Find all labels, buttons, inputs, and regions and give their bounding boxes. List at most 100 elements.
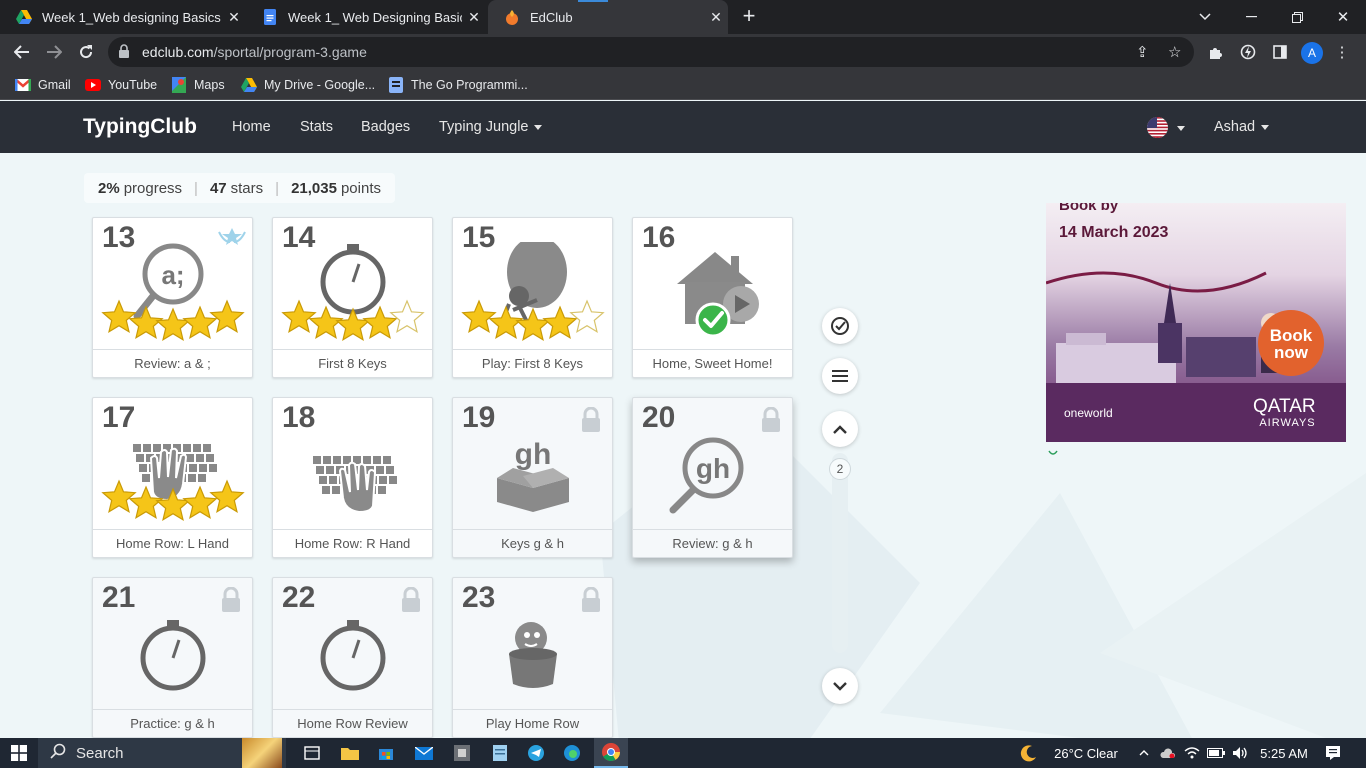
restore-button[interactable] [1274, 0, 1320, 34]
extensions-puzzle-icon[interactable] [1206, 42, 1226, 62]
back-arrow-icon[interactable] [10, 40, 34, 64]
taskbar-search[interactable]: Search [38, 738, 286, 768]
windows-start-icon[interactable] [0, 738, 38, 768]
lesson-card-15[interactable]: 15 Play: First 8 Keys [452, 217, 613, 378]
reload-icon[interactable] [74, 40, 98, 64]
tray-chevron-icon[interactable] [1134, 738, 1154, 768]
browser-tab-docs[interactable]: Week 1_ Web Designing Basics.docx ✕ [246, 0, 486, 34]
keyboard-key [313, 456, 321, 464]
lesson-label: Review: g & h [633, 529, 792, 557]
notepad-icon[interactable] [488, 738, 512, 768]
battery-icon[interactable] [1206, 738, 1226, 768]
balloon-game-icon [461, 242, 605, 342]
stopwatch-icon [140, 620, 206, 691]
lesson-card-17[interactable]: 17 Home Row: L Hand [92, 397, 253, 558]
store-icon[interactable] [374, 738, 398, 768]
close-tab-icon[interactable]: ✕ [704, 9, 728, 26]
bookmark-maps[interactable]: Maps [171, 76, 225, 94]
stopwatch-icon [281, 244, 425, 342]
bookmark-label: My Drive - Google... [264, 78, 376, 92]
lesson-card-22[interactable]: 22 Home Row Review [272, 577, 433, 738]
browser-tab-drive[interactable]: Week 1_Web designing Basics - Google Dri… [0, 0, 246, 34]
lesson-card-20[interactable]: 20 gh Review: g & h [632, 397, 793, 558]
weather-text[interactable]: 26°C Clear [1048, 738, 1124, 768]
star-filled-icon [128, 305, 164, 340]
advertisement-banner[interactable]: Book by 14 March 2023 Book now oneworld Q… [1046, 203, 1346, 442]
share-icon[interactable]: ⇪ [1136, 43, 1149, 61]
telegram-icon[interactable] [524, 738, 548, 768]
close-tab-icon[interactable]: ✕ [222, 9, 246, 26]
adchoices-icon[interactable] [1048, 444, 1058, 462]
nav-stats[interactable]: Stats [300, 119, 333, 135]
keyboard-key [389, 476, 397, 484]
close-tab-icon[interactable]: ✕ [462, 9, 486, 26]
edge-icon[interactable] [560, 738, 584, 768]
bookmark-go[interactable]: The Go Programmi... [388, 76, 528, 94]
lesson-card-13[interactable]: 13 a; Review: a & ; [92, 217, 253, 378]
scroll-down-chevron-icon[interactable] [822, 668, 858, 704]
volume-icon[interactable] [1230, 738, 1250, 768]
star-filled-icon [101, 299, 137, 334]
address-bar[interactable]: edclub.com/sportal/program-3.game ⇪ ☆ [108, 37, 1194, 67]
bookmark-gmail[interactable]: Gmail [15, 76, 71, 94]
bookmark-label: The Go Programmi... [411, 78, 528, 92]
user-menu[interactable]: Ashad [1214, 119, 1270, 135]
bookmark-youtube[interactable]: YouTube [85, 76, 157, 94]
us-flag-icon[interactable] [1147, 117, 1168, 138]
extension-icon[interactable] [1238, 42, 1258, 62]
wifi-icon[interactable] [1182, 738, 1202, 768]
more-menu-icon[interactable]: ⋮ [1332, 42, 1352, 62]
clock[interactable]: 5:25 AM [1258, 738, 1310, 768]
star-filled-icon [155, 307, 191, 342]
file-explorer-icon[interactable] [338, 738, 362, 768]
bookmark-drive[interactable]: My Drive - Google... [241, 76, 375, 94]
keyboard-key [186, 454, 194, 462]
keyboard-key [329, 476, 337, 484]
star-empty-icon [389, 299, 425, 334]
language-caret-icon[interactable] [1177, 126, 1185, 131]
tab-search-chevron-icon[interactable] [1182, 0, 1228, 34]
check-circle-icon[interactable] [822, 308, 858, 344]
weather-moon-icon[interactable] [1016, 738, 1042, 768]
profile-avatar[interactable]: A [1301, 42, 1323, 64]
mail-icon[interactable] [412, 738, 436, 768]
star-filled-icon [182, 485, 218, 520]
lesson-card-23[interactable]: 23 Play Home Row [452, 577, 613, 738]
lesson-card-14[interactable]: 14 First 8 Keys [272, 217, 433, 378]
browser-tab-edclub[interactable]: EdClub ✕ [488, 0, 728, 34]
nav-typing-jungle[interactable]: Typing Jungle [439, 119, 543, 135]
lesson-card-21[interactable]: 21 Practice: g & h [92, 577, 253, 738]
close-window-button[interactable]: ✕ [1320, 0, 1366, 34]
keyboard-key [332, 486, 340, 494]
svg-text:gh: gh [515, 438, 552, 471]
new-tab-button[interactable]: + [738, 5, 760, 27]
lesson-card-19[interactable]: 19 gh Keys g & h [452, 397, 613, 558]
lesson-card-16[interactable]: 16 Home, Sweet Home! [632, 217, 793, 378]
minimize-button[interactable] [1228, 0, 1274, 34]
keyboard-key [206, 454, 214, 462]
ad-date: 14 March 2023 [1059, 224, 1169, 241]
notifications-icon[interactable] [1320, 738, 1346, 768]
nav-badges[interactable]: Badges [361, 119, 410, 135]
tab-title: Week 1_ Web Designing Basics.docx [288, 9, 462, 25]
forward-arrow-icon[interactable] [42, 40, 66, 64]
browser-toolbar: edclub.com/sportal/program-3.game ⇪ ☆ A … [0, 34, 1366, 70]
bookmark-star-icon[interactable]: ☆ [1168, 43, 1181, 61]
lesson-card-18[interactable]: 18 Home Row: R Hand [272, 397, 433, 558]
menu-list-icon[interactable] [822, 358, 858, 394]
app-icon[interactable] [450, 738, 474, 768]
scroll-up-chevron-icon[interactable] [822, 411, 858, 447]
onedrive-icon[interactable] [1158, 738, 1178, 768]
keyboard-key [139, 464, 147, 472]
keyboard-key [209, 464, 217, 472]
site-logo[interactable]: TypingClub [83, 115, 197, 139]
cta-line2: now [1274, 343, 1308, 362]
nav-home[interactable]: Home [232, 119, 271, 135]
page-scroll-track[interactable] [832, 453, 848, 653]
task-view-icon[interactable] [300, 738, 324, 768]
side-panel-icon[interactable] [1270, 42, 1290, 62]
chrome-taskbar-icon[interactable] [594, 738, 628, 768]
lock-icon[interactable] [118, 44, 130, 63]
url-host: edclub.com [142, 44, 214, 60]
book-now-button[interactable]: Book now [1258, 310, 1324, 376]
